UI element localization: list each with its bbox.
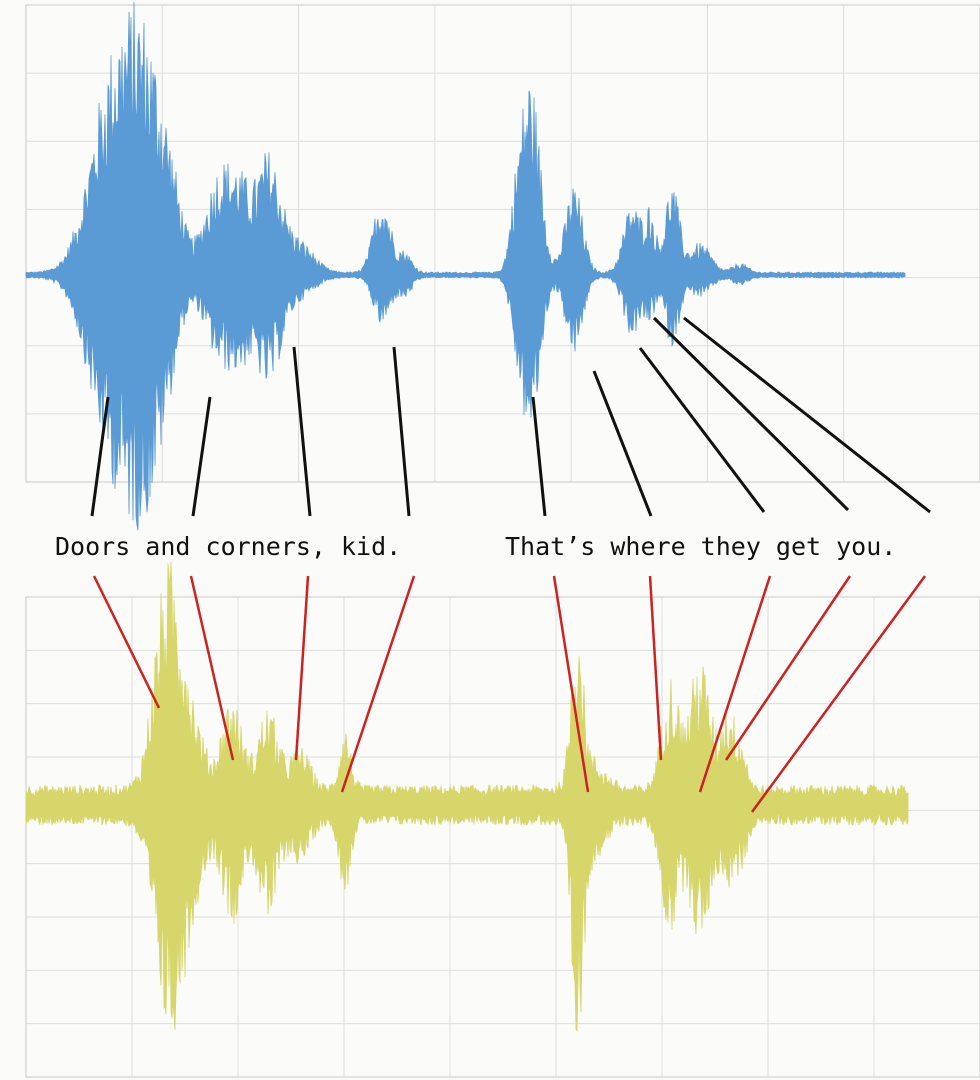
transcript-phrase-1: Doors and corners, kid. xyxy=(55,532,402,561)
transcript-phrase-2: That’s where they get you. xyxy=(505,532,897,561)
bottom-waveform-panel xyxy=(25,561,980,1078)
transcript-caption: Doors and corners, kid. That’s where the… xyxy=(0,526,980,570)
top-waveform-panel xyxy=(25,1,980,531)
